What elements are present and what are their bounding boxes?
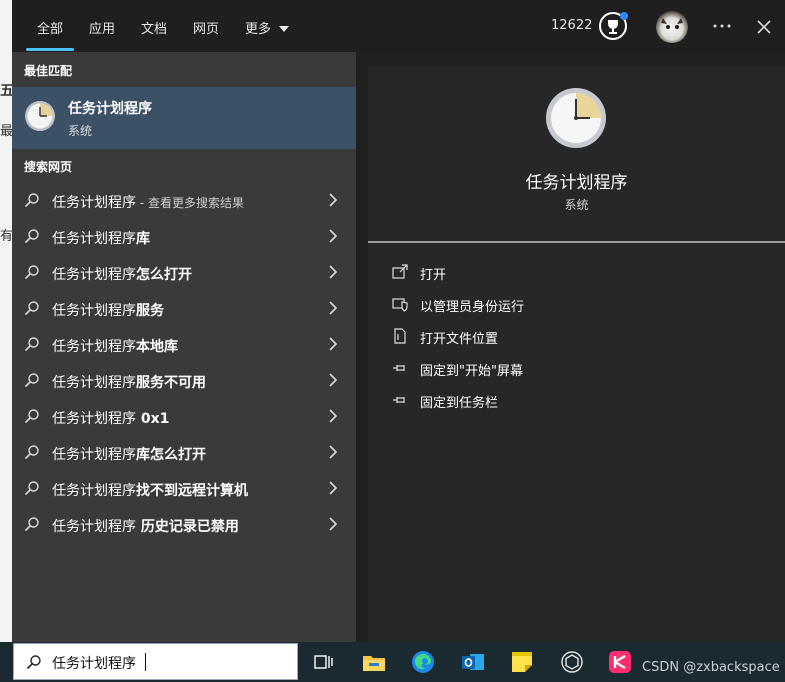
web-result-item[interactable]: 任务计划程序 - 查看更多搜索结果 bbox=[12, 182, 356, 218]
search-icon bbox=[24, 265, 39, 280]
best-match-heading: 最佳匹配 bbox=[24, 64, 73, 78]
web-result-text: 任务计划程序本地库 bbox=[52, 339, 178, 355]
search-icon bbox=[24, 445, 39, 460]
web-result-text: 任务计划程序 - 查看更多搜索结果 bbox=[52, 195, 244, 211]
search-icon bbox=[24, 409, 39, 424]
action-label: 以管理员身份运行 bbox=[420, 300, 525, 315]
pin-icon bbox=[393, 365, 405, 371]
search-icon bbox=[26, 655, 41, 670]
web-result-item[interactable]: 任务计划程序 0x1 bbox=[12, 398, 356, 434]
search-input[interactable]: 任务计划程序 bbox=[52, 653, 136, 673]
web-result-text: 任务计划程序 历史记录已禁用 bbox=[52, 519, 239, 535]
web-result-item[interactable]: 任务计划程序库 bbox=[12, 218, 356, 254]
web-heading: 搜索网页 bbox=[24, 160, 73, 174]
chevron-right-icon bbox=[329, 481, 338, 495]
search-icon bbox=[24, 301, 39, 316]
open-icon bbox=[392, 264, 408, 279]
sticky-notes-icon[interactable] bbox=[510, 650, 534, 674]
web-result-text: 任务计划程序库 bbox=[52, 231, 150, 247]
more-options-icon[interactable] bbox=[712, 17, 732, 33]
tab-active-indicator bbox=[26, 48, 74, 51]
web-result-item[interactable]: 任务计划程序服务不可用 bbox=[12, 362, 356, 398]
chevron-right-icon bbox=[329, 517, 338, 531]
web-result-item[interactable]: 任务计划程序库怎么打开 bbox=[12, 434, 356, 470]
file-explorer-icon[interactable] bbox=[362, 650, 386, 674]
tab-documents[interactable]: 文档 bbox=[141, 18, 167, 37]
task-view-icon[interactable] bbox=[312, 650, 336, 674]
search-box[interactable]: 任务计划程序 bbox=[13, 643, 298, 680]
tab-web[interactable]: 网页 bbox=[193, 18, 219, 37]
web-result-item[interactable]: 任务计划程序本地库 bbox=[12, 326, 356, 362]
chevron-right-icon bbox=[329, 301, 338, 315]
best-match-item[interactable]: 任务计划程序 系统 bbox=[12, 87, 356, 149]
detail-subtitle: 系统 bbox=[564, 198, 589, 212]
tab-all[interactable]: 全部 bbox=[37, 18, 63, 37]
chevron-right-icon bbox=[329, 193, 338, 207]
search-icon bbox=[24, 229, 39, 244]
tab-more[interactable]: 更多 bbox=[245, 18, 290, 37]
text-cursor bbox=[145, 653, 146, 671]
web-result-item[interactable]: 任务计划程序 历史记录已禁用 bbox=[12, 506, 356, 542]
chevron-right-icon bbox=[329, 265, 338, 279]
web-result-item[interactable]: 任务计划程序服务 bbox=[12, 290, 356, 326]
search-icon bbox=[24, 517, 39, 532]
action-label: 打开 bbox=[420, 268, 447, 283]
web-result-item[interactable]: 任务计划程序怎么打开 bbox=[12, 254, 356, 290]
search-icon bbox=[24, 193, 39, 208]
app-pink-icon[interactable] bbox=[608, 650, 632, 674]
close-icon[interactable] bbox=[757, 19, 771, 34]
web-result-item[interactable]: 任务计划程序找不到远程计算机 bbox=[12, 470, 356, 506]
outlook-icon[interactable] bbox=[461, 650, 485, 674]
search-icon bbox=[24, 373, 39, 388]
shield-icon bbox=[392, 298, 408, 312]
web-result-text: 任务计划程序 0x1 bbox=[52, 411, 170, 427]
chatgpt-icon[interactable] bbox=[560, 650, 584, 674]
avatar[interactable] bbox=[656, 11, 688, 43]
file-location-icon bbox=[394, 328, 406, 344]
web-result-text: 任务计划程序怎么打开 bbox=[52, 267, 192, 283]
action-label: 固定到"开始"屏幕 bbox=[420, 364, 523, 379]
search-icon bbox=[24, 481, 39, 496]
web-result-text: 任务计划程序服务不可用 bbox=[52, 375, 206, 391]
chevron-right-icon bbox=[329, 409, 338, 423]
search-icon bbox=[24, 337, 39, 352]
detail-title: 任务计划程序 bbox=[525, 173, 628, 193]
detail-panel bbox=[368, 66, 785, 642]
web-result-text: 任务计划程序库怎么打开 bbox=[52, 447, 206, 463]
chevron-right-icon bbox=[329, 373, 338, 387]
pin-icon bbox=[393, 397, 405, 403]
best-match-title: 任务计划程序 bbox=[68, 101, 152, 117]
action-label: 打开文件位置 bbox=[420, 332, 499, 347]
action-label: 固定到任务栏 bbox=[420, 396, 499, 411]
chevron-right-icon bbox=[329, 229, 338, 243]
caret-down-icon bbox=[279, 26, 290, 32]
best-match-subtitle: 系统 bbox=[68, 124, 93, 138]
edge-browser-icon[interactable] bbox=[411, 650, 435, 674]
tab-more-label: 更多 bbox=[245, 22, 272, 37]
chevron-right-icon bbox=[329, 337, 338, 351]
chevron-right-icon bbox=[329, 445, 338, 459]
web-result-text: 任务计划程序服务 bbox=[52, 303, 164, 319]
rewards-trophy-icon[interactable] bbox=[598, 11, 628, 41]
rewards-points: 12622 bbox=[551, 18, 593, 33]
detail-divider bbox=[368, 241, 785, 243]
web-result-text: 任务计划程序找不到远程计算机 bbox=[52, 483, 248, 499]
watermark: CSDN @zxbackspace bbox=[642, 660, 780, 675]
tab-apps[interactable]: 应用 bbox=[89, 18, 115, 37]
clock-app-icon bbox=[24, 100, 56, 132]
clock-app-icon-large bbox=[544, 86, 608, 150]
